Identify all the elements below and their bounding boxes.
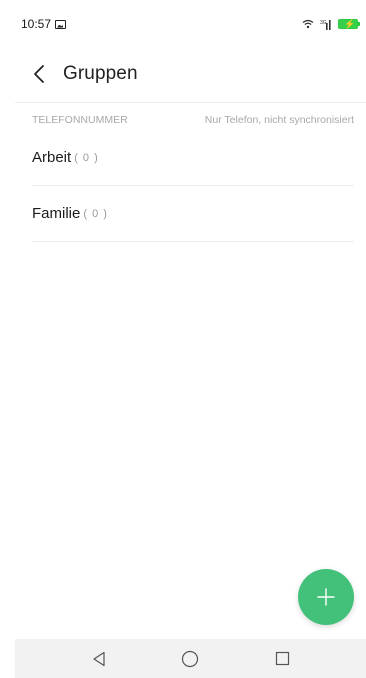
nav-back-button[interactable] [79,644,119,674]
nav-home-button[interactable] [170,644,210,674]
section-label: TELEFONNUMMER [32,114,128,126]
group-name: Arbeit [32,149,72,166]
group-list: Arbeit ( 0 ) Familie ( 0 ) [32,130,354,242]
nav-bar [15,639,366,678]
group-name: Familie [32,205,81,222]
status-right: 3G ⚡ [302,19,360,30]
page-title: Gruppen [63,63,138,84]
section-header: TELEFONNUMMER Nur Telefon, nicht synchro… [32,114,354,126]
wifi-icon [302,19,314,29]
header-divider [15,102,366,103]
status-time: 10:57 [21,17,52,31]
home-circle-icon [182,650,199,667]
app-header: Gruppen [15,54,366,94]
plus-icon [317,588,335,606]
battery-bolt-icon: ⚡ [344,19,356,29]
svg-text:3G: 3G [320,20,327,26]
gallery-icon [55,19,67,29]
group-count: ( 0 ) [74,151,99,164]
group-row-familie[interactable]: Familie ( 0 ) [32,186,354,242]
section-note: Nur Telefon, nicht synchronisiert [204,114,354,126]
group-count: ( 0 ) [83,207,108,220]
back-triangle-icon [93,651,105,666]
battery-icon: ⚡ [338,19,360,29]
nav-recents-button[interactable] [262,644,302,674]
group-row-arbeit[interactable]: Arbeit ( 0 ) [32,130,354,186]
add-group-button[interactable] [298,569,354,625]
back-button[interactable] [19,54,59,94]
status-left: 10:57 [21,17,67,31]
status-bar: 10:57 3G ⚡ [15,10,366,38]
signal-icon: 3G [320,19,332,30]
screen: 10:57 3G ⚡ Gruppen TELEFONNUMMER Nur Tel… [15,10,366,678]
recents-square-icon [275,651,289,666]
chevron-left-icon [34,65,44,83]
